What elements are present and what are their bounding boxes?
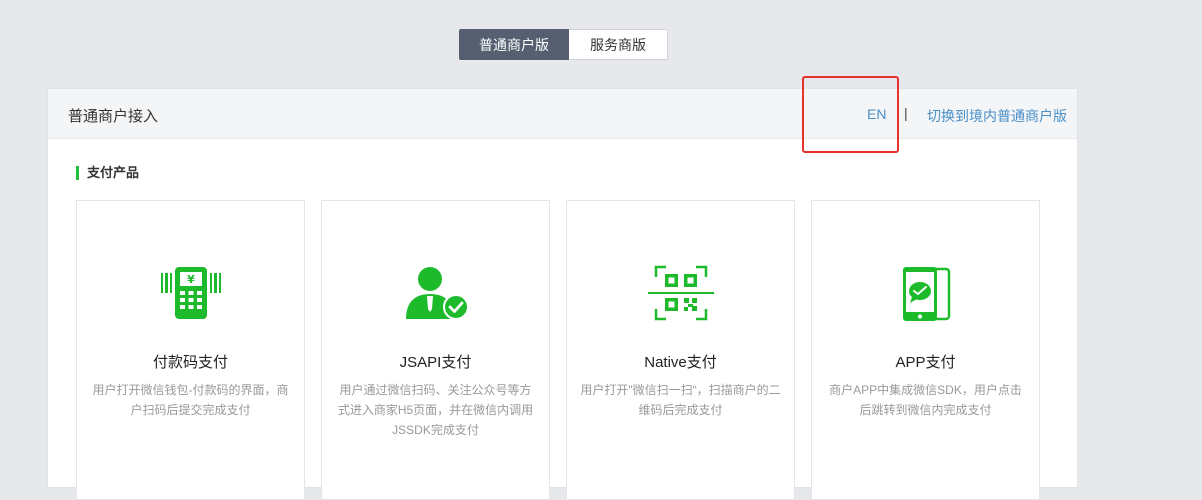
- annotation-highlight-box: [802, 76, 899, 153]
- switch-domestic-link[interactable]: 切换到境内普通商户版: [927, 106, 1067, 126]
- section-title: 支付产品: [76, 166, 139, 180]
- version-tabs: 普通商户版 服务商版: [459, 29, 668, 60]
- product-card-native[interactable]: Native支付 用户打开"微信扫一扫“，扫描商户的二维码后完成支付: [566, 200, 795, 500]
- product-description: 用户打开"微信扫一扫“，扫描商户的二维码后完成支付: [580, 383, 781, 417]
- tab-service-provider[interactable]: 服务商版: [569, 29, 668, 60]
- header-separator: |: [904, 105, 908, 121]
- user-check-icon: [322, 265, 549, 321]
- product-description: 用户通过微信扫码、关注公众号等方式进入商家H5页面，并在微信内调用JSSDK完成…: [337, 383, 534, 437]
- phone-wechat-icon: [812, 265, 1039, 323]
- product-card-jsapi[interactable]: JSAPI支付 用户通过微信扫码、关注公众号等方式进入商家H5页面，并在微信内调…: [321, 200, 550, 500]
- page-title: 普通商户接入: [68, 108, 159, 125]
- product-card-micropay[interactable]: ¥ 付款码支付 用户打开微信钱包-付款码的界面，商户扫码后提交完成支付: [76, 200, 305, 500]
- merchant-access-panel: 普通商户接入 EN | 切换到境内普通商户版 支付产品 ¥ 付款码支付 用户打开…: [47, 88, 1078, 500]
- panel-header: 普通商户接入 EN | 切换到境内普通商户版: [48, 89, 1077, 139]
- qr-scan-icon: [567, 265, 794, 321]
- product-name: JSAPI支付: [399, 354, 472, 371]
- svg-text:¥: ¥: [187, 273, 195, 286]
- product-name: Native支付: [644, 354, 717, 371]
- product-description: 用户打开微信钱包-付款码的界面，商户扫码后提交完成支付: [92, 383, 289, 417]
- payment-terminal-icon: ¥: [77, 265, 304, 321]
- tab-merchant[interactable]: 普通商户版: [459, 29, 569, 60]
- product-name: APP支付: [895, 354, 956, 371]
- product-card-app[interactable]: APP支付 商户APP中集成微信SDK，用户点击后跳转到微信内完成支付: [811, 200, 1040, 500]
- product-name: 付款码支付: [152, 354, 228, 371]
- product-description: 商户APP中集成微信SDK，用户点击后跳转到微信内完成支付: [829, 383, 1022, 417]
